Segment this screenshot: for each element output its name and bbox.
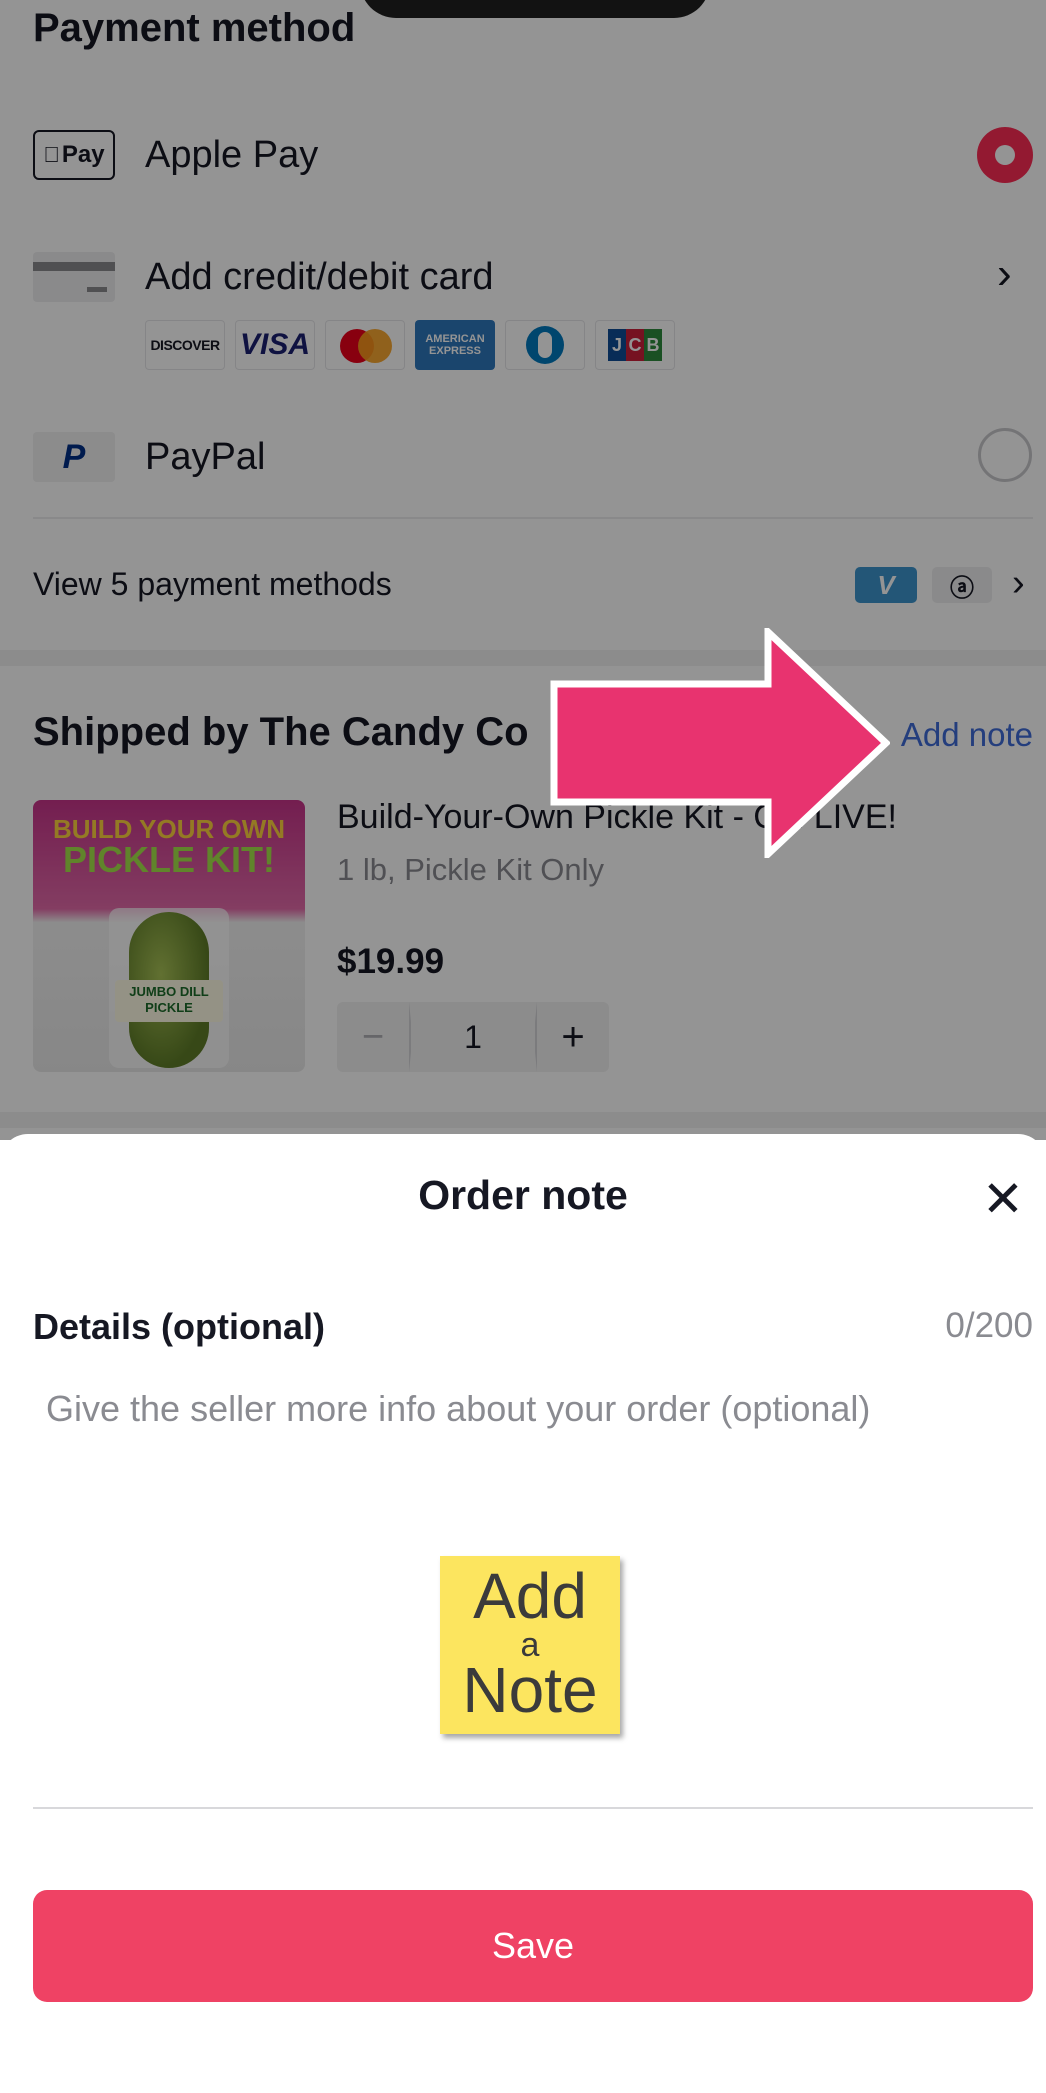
jcb-logo: JCB [595, 320, 675, 370]
venmo-icon: V [855, 567, 917, 603]
paypal-radio[interactable] [978, 428, 1032, 482]
visa-logo: VISA [235, 320, 315, 370]
pointer-arrow-icon [550, 628, 890, 858]
amex-logo: AMERICAN EXPRESS [415, 320, 495, 370]
character-counter: 0/200 [945, 1306, 1033, 1345]
details-label: Details (optional) [33, 1306, 326, 1347]
payment-option-apple-pay[interactable]: Pay Apple Pay [33, 127, 1033, 190]
decrement-button[interactable]: − [337, 1002, 409, 1072]
card-brands: DISCOVER VISA AMERICAN EXPRESS JCB [145, 320, 675, 370]
paypal-label: PayPal [145, 436, 266, 478]
shipped-by-title: Shipped by The Candy Co [33, 710, 529, 754]
apple-pay-label: Apple Pay [145, 134, 319, 176]
apple-pay-radio[interactable] [977, 127, 1033, 183]
product-image[interactable]: BUILD YOUR OWN PICKLE KIT! JUMBO DILL PI… [33, 800, 305, 1072]
apple-pay-icon: Pay [33, 130, 115, 180]
card-label: Add credit/debit card [145, 256, 494, 298]
add-a-note-sticker: Add a Note [440, 1556, 620, 1734]
increment-button[interactable]: + [537, 1002, 609, 1072]
chevron-right-icon: › [997, 249, 1012, 298]
input-underline [33, 1807, 1033, 1809]
product-price: $19.99 [337, 942, 445, 981]
mastercard-logo [325, 320, 405, 370]
payment-option-paypal[interactable]: P PayPal [33, 428, 1033, 492]
view-payment-methods-link[interactable]: View 5 payment methods [33, 566, 392, 603]
payment-method-title: Payment method [33, 6, 356, 50]
payment-option-card[interactable]: Add credit/debit card › [33, 252, 1033, 312]
add-note-link[interactable]: Add note [901, 716, 1033, 754]
quantity-value[interactable]: 1 [409, 1002, 537, 1072]
diners-logo [505, 320, 585, 370]
amazon-pay-icon: ⓐ [932, 567, 992, 603]
order-note-sheet: Order note ✕ Details (optional) 0/200 Ad… [0, 1134, 1046, 2093]
card-icon [33, 252, 115, 302]
discover-logo: DISCOVER [145, 320, 225, 370]
divider [33, 517, 1033, 519]
paypal-icon: P [33, 432, 115, 482]
checkout-page: Payment method Pay Apple Pay Add credit… [0, 0, 1046, 1140]
sheet-title: Order note [418, 1172, 628, 1218]
save-button[interactable]: Save [33, 1890, 1033, 2002]
close-icon[interactable]: ✕ [978, 1174, 1028, 1224]
status-notch [360, 0, 710, 18]
section-divider [0, 1112, 1046, 1128]
quantity-stepper: − 1 + [337, 1002, 609, 1072]
chevron-right-icon[interactable]: › [1012, 564, 1025, 602]
